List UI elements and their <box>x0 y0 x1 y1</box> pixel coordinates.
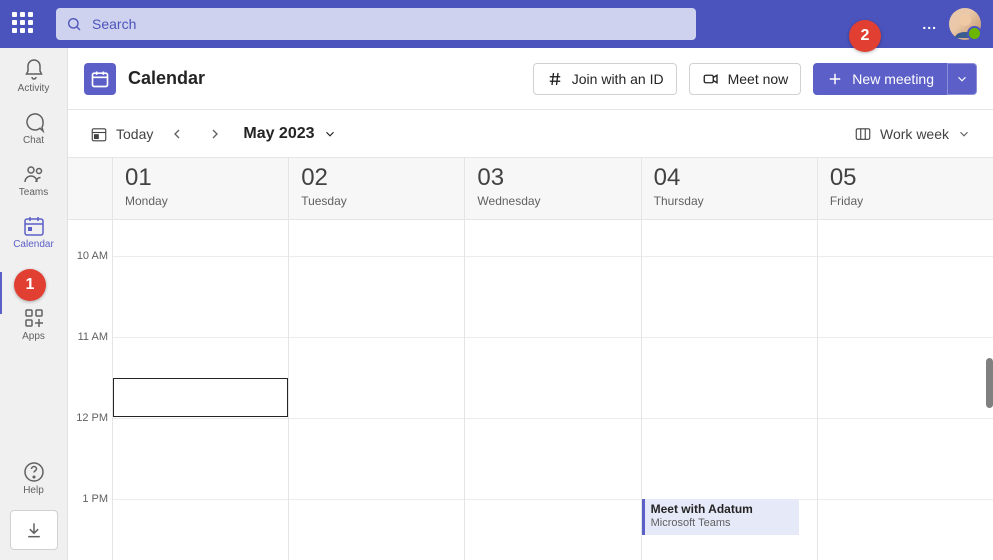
event-subtitle: Microsoft Teams <box>651 517 793 529</box>
calendar-app-icon <box>84 63 116 95</box>
time-label: 12 PM <box>76 412 108 424</box>
scrollbar[interactable] <box>986 358 993 408</box>
today-icon <box>90 125 108 143</box>
day-header[interactable]: 02 Tuesday <box>289 158 465 219</box>
hash-icon <box>546 70 564 88</box>
rail-apps[interactable]: Apps <box>0 296 67 348</box>
search-icon <box>66 16 82 32</box>
day-column[interactable]: Meet with AdatumMicrosoft Teams <box>642 220 818 560</box>
join-with-id-button[interactable]: Join with an ID <box>533 63 677 95</box>
view-picker[interactable]: Work week <box>854 125 971 143</box>
search-input[interactable] <box>90 15 686 33</box>
day-column[interactable] <box>818 220 993 560</box>
profile-avatar[interactable] <box>949 8 981 40</box>
bell-icon <box>22 58 46 82</box>
day-header[interactable]: 01 Monday <box>113 158 289 219</box>
new-meeting-label: New meeting <box>852 71 934 87</box>
download-icon <box>24 520 44 540</box>
today-button[interactable]: Today <box>90 125 153 143</box>
day-name: Thursday <box>654 194 805 208</box>
chevron-down-icon <box>955 72 969 86</box>
rail-chat-label: Chat <box>23 135 44 146</box>
plus-icon <box>826 70 844 88</box>
day-number: 05 <box>830 166 981 190</box>
page-title: Calendar <box>128 68 205 89</box>
rail-help[interactable]: Help <box>0 450 67 502</box>
join-with-id-label: Join with an ID <box>572 71 664 87</box>
apps-icon <box>22 306 46 330</box>
rail-activity[interactable]: Activity <box>0 48 67 100</box>
search-box[interactable] <box>56 8 696 40</box>
rail-selection-indicator <box>0 272 2 314</box>
calendar-event[interactable]: Meet with AdatumMicrosoft Teams <box>642 499 799 535</box>
video-icon <box>702 70 720 88</box>
day-name: Friday <box>830 194 981 208</box>
meet-now-button[interactable]: Meet now <box>689 63 802 95</box>
week-view-icon <box>854 125 872 143</box>
day-number: 03 <box>477 166 628 190</box>
chevron-left-icon <box>169 126 185 142</box>
day-header[interactable]: 05 Friday <box>818 158 993 219</box>
rail-chat[interactable]: Chat <box>0 100 67 152</box>
rail-activity-label: Activity <box>18 83 50 94</box>
selected-time-slot[interactable] <box>113 378 288 418</box>
download-button[interactable] <box>10 510 58 550</box>
today-label: Today <box>116 126 153 142</box>
day-name: Wednesday <box>477 194 628 208</box>
day-name: Monday <box>125 194 276 208</box>
time-label: 11 AM <box>78 331 108 343</box>
annotation-1: 1 <box>14 269 46 301</box>
rail-apps-label: Apps <box>22 331 45 342</box>
month-label: May 2023 <box>243 125 314 143</box>
day-number: 01 <box>125 166 276 190</box>
calendar-icon <box>22 214 46 238</box>
help-icon <box>22 460 46 484</box>
time-gutter-header <box>68 158 113 219</box>
prev-week-button[interactable] <box>163 120 191 148</box>
time-label: 1 PM <box>82 493 108 505</box>
rail-teams-label: Teams <box>19 187 48 198</box>
meet-now-label: Meet now <box>728 71 789 87</box>
people-icon <box>22 162 46 186</box>
day-column[interactable] <box>465 220 641 560</box>
new-meeting-dropdown[interactable] <box>947 63 977 95</box>
time-label: 10 AM <box>77 250 108 262</box>
app-launcher-icon[interactable] <box>12 12 36 36</box>
day-column[interactable] <box>113 220 289 560</box>
event-title: Meet with Adatum <box>651 502 793 516</box>
chevron-right-icon <box>207 126 223 142</box>
day-name: Tuesday <box>301 194 452 208</box>
chevron-down-icon <box>323 127 337 141</box>
rail-calendar-label: Calendar <box>13 239 54 250</box>
rail-calendar[interactable]: Calendar <box>0 204 67 256</box>
chevron-down-icon <box>957 127 971 141</box>
day-number: 02 <box>301 166 452 190</box>
rail-teams[interactable]: Teams <box>0 152 67 204</box>
annotation-2: 2 <box>849 20 881 52</box>
next-week-button[interactable] <box>201 120 229 148</box>
day-column[interactable] <box>289 220 465 560</box>
rail-help-label: Help <box>23 485 44 496</box>
view-label: Work week <box>880 126 949 142</box>
day-header[interactable]: 04 Thursday <box>642 158 818 219</box>
new-meeting-button[interactable]: New meeting <box>813 63 947 95</box>
day-header[interactable]: 03 Wednesday <box>465 158 641 219</box>
day-number: 04 <box>654 166 805 190</box>
chat-icon <box>22 110 46 134</box>
settings-more-button[interactable]: ... <box>922 16 937 32</box>
month-picker[interactable]: May 2023 <box>243 125 336 143</box>
